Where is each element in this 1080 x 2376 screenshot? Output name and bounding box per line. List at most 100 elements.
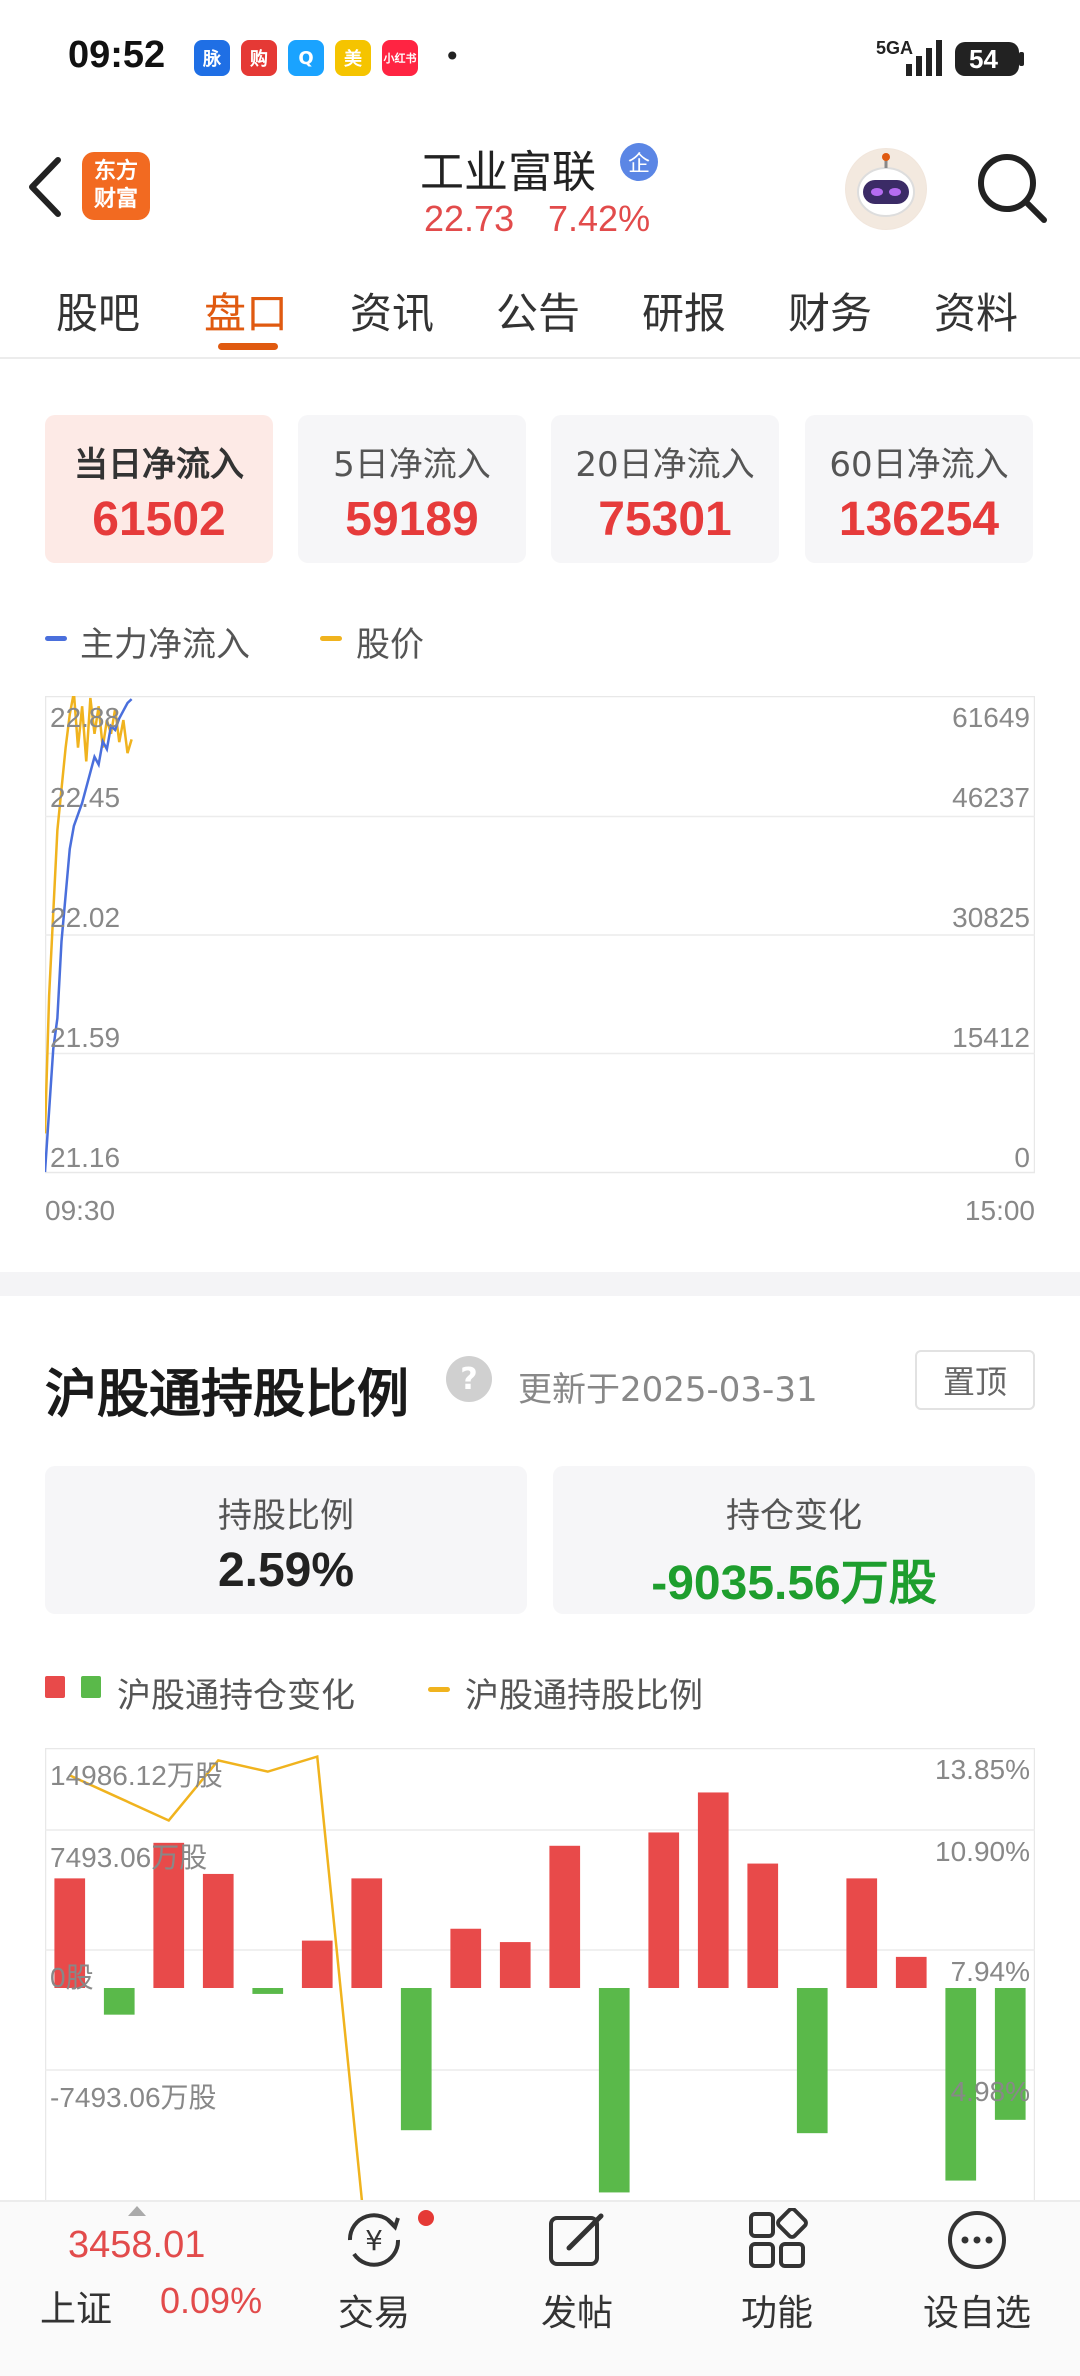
- y-left-tick: 22.45: [50, 782, 121, 813]
- tab-research[interactable]: 研报: [642, 280, 726, 341]
- tab-divider: [0, 357, 1080, 359]
- chart-frame: [45, 1748, 1035, 2200]
- legend-label-main: 主力净流入: [80, 625, 250, 665]
- flow-card-label: 5日净流入: [333, 445, 491, 485]
- logo-line1: 东方: [93, 159, 138, 184]
- notification-app-icon: 脉: [194, 40, 230, 76]
- flow-card-label: 60日净流入: [829, 445, 1009, 485]
- flow-card-value: 136254: [838, 493, 1000, 546]
- y-left-tick: 21.16: [50, 1142, 121, 1173]
- y-right-tick: 4.98%: [950, 2076, 1030, 2107]
- legend-label-price: 股价: [356, 625, 424, 665]
- index-name[interactable]: 上证: [40, 2280, 112, 2332]
- tab-pankou[interactable]: 盘口: [204, 280, 288, 341]
- tab-news[interactable]: 资讯: [350, 280, 434, 341]
- tab-profile[interactable]: 资料: [934, 280, 1018, 341]
- y-right-tick: 13.85%: [935, 1754, 1030, 1785]
- legend-swatch-main: [45, 636, 67, 641]
- holding-change-card: 持仓变化 -9035.56万股: [553, 1466, 1035, 1614]
- y-right-tick: 15412: [952, 1022, 1030, 1053]
- holding-change-bar: [648, 1832, 680, 1988]
- holding-change-label: 持仓变化: [726, 1496, 862, 1536]
- y-left-tick: 0股: [50, 1962, 94, 1993]
- flow-card-value: 59189: [345, 493, 479, 546]
- y-left-tick: 21.59: [50, 1022, 121, 1053]
- x-tick-start: 09:30: [45, 1195, 116, 1226]
- y-left-tick: 7493.06万股: [50, 1842, 208, 1873]
- y-right-tick: 30825: [952, 902, 1030, 933]
- holding-change-bar: [252, 1988, 284, 1994]
- notification-app-icon: 小红书: [382, 40, 418, 76]
- legend-swatch-price: [320, 636, 342, 641]
- holding-change-bar: [747, 1863, 779, 1988]
- legend-label-change: 沪股通持仓变化: [117, 1676, 355, 1716]
- holding-change-bar: [895, 1956, 927, 1988]
- y-right-tick: 10.90%: [935, 1836, 1030, 1867]
- tab-guba[interactable]: 股吧: [56, 280, 140, 341]
- flow-card-5d[interactable]: 5日净流入 59189: [298, 415, 526, 563]
- nav-watchlist-label[interactable]: 设自选: [907, 2284, 1047, 2336]
- holding-change-bar: [846, 1878, 878, 1988]
- search-icon[interactable]: [974, 150, 1050, 226]
- y-left-tick: 22.88: [50, 702, 121, 733]
- active-tab-indicator: [218, 343, 278, 350]
- enterprise-badge: 企: [620, 143, 658, 181]
- holding-change-bar: [598, 1988, 630, 2193]
- x-tick-end: 15:00: [964, 1195, 1035, 1226]
- flow-card-label: 当日净流入: [74, 445, 244, 485]
- holding-change-bar: [796, 1988, 828, 2134]
- flow-card-value: 61502: [92, 493, 226, 546]
- status-time: 09:52: [68, 34, 166, 76]
- pin-to-top-button[interactable]: 置顶: [915, 1350, 1035, 1410]
- battery-level: 54: [969, 43, 998, 74]
- app-logo[interactable]: 东方 财富: [82, 152, 150, 220]
- functions-icon[interactable]: [745, 2208, 809, 2272]
- index-value[interactable]: 3458.01: [68, 2224, 205, 2267]
- money-flow-chart[interactable]: [45, 696, 1035, 1178]
- y-left-tick: 22.02: [50, 902, 121, 933]
- notification-dot: [418, 2210, 434, 2226]
- more-notifications-icon: •: [444, 40, 461, 73]
- y-left-tick: -7493.06万股: [50, 2082, 217, 2113]
- holding-ratio-card: 持股比例 2.59%: [45, 1466, 527, 1614]
- y-right-tick: 61649: [952, 702, 1030, 733]
- index-change-pct[interactable]: 0.09%: [160, 2280, 262, 2322]
- legend-swatch-ratio: [428, 1687, 450, 1692]
- nav-post-label[interactable]: 发帖: [507, 2284, 647, 2336]
- legend-swatch-decrease: [81, 1676, 101, 1698]
- holding-change-bar: [549, 1845, 581, 1988]
- flow-card-value: 75301: [598, 493, 732, 546]
- notification-app-icon: 购: [241, 40, 277, 76]
- stock-price: 22.73: [424, 198, 515, 239]
- holding-ratio-label: 持股比例: [218, 1496, 354, 1536]
- notification-app-icon: Q: [288, 40, 324, 76]
- tab-finance[interactable]: 财务: [788, 280, 872, 341]
- back-icon[interactable]: [22, 152, 70, 222]
- tab-announcements[interactable]: 公告: [496, 280, 580, 341]
- notification-app-icon: 美: [335, 40, 371, 76]
- y-right-tick: 7.94%: [950, 1956, 1030, 1987]
- nav-functions-label[interactable]: 功能: [707, 2284, 847, 2336]
- battery-tip: [1019, 52, 1024, 66]
- nav-trade-label[interactable]: 交易: [304, 2284, 444, 2336]
- help-icon[interactable]: ?: [446, 1356, 492, 1402]
- holding-change-bar: [351, 1878, 383, 1988]
- holding-change-bar: [450, 1928, 482, 1988]
- legend-swatch-increase: [45, 1676, 65, 1698]
- flow-card-60d[interactable]: 60日净流入 136254: [805, 415, 1033, 563]
- post-icon[interactable]: [545, 2208, 609, 2272]
- holding-change-bar: [499, 1942, 531, 1988]
- watchlist-icon[interactable]: [945, 2208, 1009, 2272]
- holding-change-bar: [103, 1988, 135, 2015]
- flow-card-today[interactable]: 当日净流入 61502: [45, 415, 273, 563]
- legend-label-ratio: 沪股通持股比例: [465, 1676, 703, 1716]
- flow-card-20d[interactable]: 20日净流入 75301: [551, 415, 779, 563]
- expand-up-icon[interactable]: [128, 2206, 146, 2216]
- assistant-robot-icon[interactable]: [845, 148, 927, 230]
- holding-change-chart[interactable]: [45, 1748, 1035, 2200]
- stock-name: 工业富联: [420, 147, 596, 198]
- trade-icon[interactable]: ¥: [342, 2208, 406, 2272]
- signal-icon: [906, 40, 942, 76]
- stock-change-pct: 7.42%: [548, 198, 651, 239]
- section-title: 沪股通持股比例: [45, 1365, 410, 1425]
